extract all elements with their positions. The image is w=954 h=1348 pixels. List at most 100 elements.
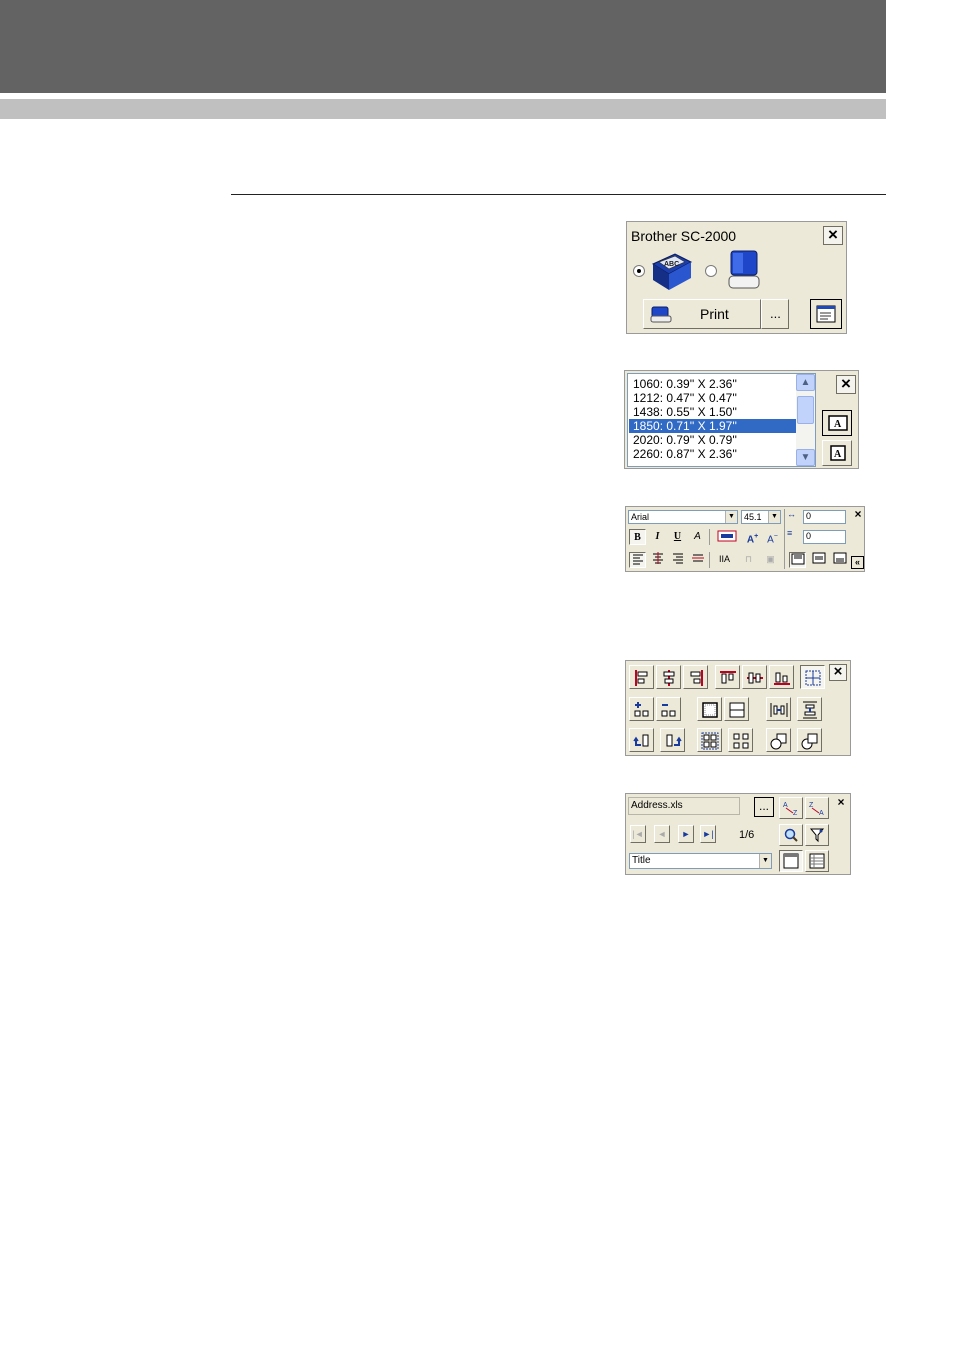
sort-ascending-button[interactable]: A Z [779,797,803,819]
ungroup-button[interactable] [728,728,753,752]
bring-forward-button[interactable] [629,697,654,721]
fit-width-button[interactable] [697,697,722,721]
text-top-icon[interactable] [789,552,806,568]
close-icon[interactable]: × [823,226,843,245]
scroll-thumb[interactable] [797,396,814,424]
printer-panel-title: Brother SC-2000 [631,228,737,244]
properties-button[interactable] [810,299,842,329]
search-button[interactable] [779,824,803,846]
chevron-down-icon[interactable]: ▼ [759,854,771,868]
list-view-button[interactable] [805,850,829,872]
char-spacing-icon: ↔ [787,509,796,519]
close-icon[interactable]: × [834,796,848,810]
font-combo[interactable]: Arial ▼ [628,510,738,524]
rotate-right-button[interactable] [660,728,685,752]
align-right-button[interactable] [683,665,708,689]
line-spacing-value: 0 [806,531,812,541]
font-size-combo[interactable]: 45.1 ▼ [741,510,781,524]
send-backward-button[interactable] [656,697,681,721]
text-middle-icon[interactable] [810,552,827,568]
text-vertical-icon: A [830,445,846,461]
align-left-icon[interactable] [629,552,646,568]
chevron-down-icon[interactable]: ▼ [768,511,780,523]
close-icon[interactable]: × [851,508,865,522]
separator [709,552,710,568]
tape-size-list[interactable]: 1060: 0.39'' X 2.36'' 1212: 0.47'' X 0.4… [627,373,816,467]
align-bottom-button[interactable] [769,665,794,689]
stamp-mode-radio[interactable] [633,265,645,277]
printer-icon [650,306,672,323]
list-item-selected[interactable]: 1850: 0.71'' X 1.97'' [629,419,796,433]
snap-grid-button[interactable] [800,665,825,689]
page-header-band [0,0,886,93]
stamp-book-icon: ABC [651,253,693,290]
filter-icon [809,828,825,843]
close-icon[interactable]: × [829,664,847,681]
bring-to-front-button[interactable] [766,728,791,752]
print-options-label: ... [770,306,781,321]
list-item[interactable]: 2260: 0.87'' X 2.36'' [629,447,796,461]
list-item[interactable]: 1212: 0.47'' X 0.47'' [629,391,796,405]
fit-height-button[interactable] [724,697,749,721]
font-value: Arial [631,512,650,522]
print-button[interactable]: Print [643,299,761,329]
group-button[interactable] [697,728,722,752]
italic-button[interactable]: I [649,529,666,545]
scroll-up-icon[interactable]: ▲ [796,374,815,391]
align-left-button[interactable] [629,665,654,689]
tape-vertical-button[interactable]: A [822,440,852,466]
send-to-back-button[interactable] [797,728,822,752]
svg-text:A: A [819,810,824,816]
filter-button[interactable] [805,824,829,846]
list-scrollbar[interactable]: ▲ ▼ [796,374,815,466]
list-item[interactable]: 1060: 0.39'' X 2.36'' [629,377,796,391]
justify-icon[interactable] [689,552,706,568]
align-right-icon[interactable] [669,552,686,568]
line-spacing-input[interactable]: 0 [803,530,846,544]
char-spacing-value: 0 [806,511,812,521]
align-middle-v-button[interactable] [742,665,767,689]
form-view-button[interactable] [779,850,803,872]
align-top-button[interactable] [715,665,740,689]
tape-horizontal-button[interactable]: A [822,410,852,436]
outline-text-icon[interactable]: A [689,529,706,545]
frame-text-icon[interactable] [716,529,738,545]
chevron-down-icon[interactable]: ▼ [725,511,737,523]
field-combo[interactable]: Title ▼ [629,853,772,869]
enlarge-font-icon[interactable]: A+ [744,529,761,545]
database-file-value: Address.xls [631,800,683,811]
list-item[interactable]: 1438: 0.55'' X 1.50'' [629,405,796,419]
collapse-icon[interactable]: « [851,556,864,569]
bold-button[interactable]: B [629,529,646,545]
rotate-left-button[interactable] [629,728,654,752]
printer-panel: Brother SC-2000 × ABC Print ... [626,221,847,334]
font-size-value: 45.1 [744,512,762,522]
stamp-handle-radio[interactable] [705,265,717,277]
list-item[interactable]: 2020: 0.79'' X 0.79'' [629,433,796,447]
next-record-icon[interactable]: ► [678,825,694,843]
char-spacing-input[interactable]: 0 [803,510,846,524]
distribute-v-button[interactable] [797,697,822,721]
underline-button[interactable]: U [669,529,686,545]
close-icon[interactable]: × [836,375,856,394]
separator [709,529,710,545]
separator [784,552,785,568]
shrink-font-icon[interactable]: A− [764,529,781,545]
previous-record-icon: ◄ [654,825,670,843]
sort-ascending-icon: A Z [783,802,798,816]
scroll-down-icon[interactable]: ▼ [796,449,815,466]
last-record-icon[interactable]: ►| [700,825,716,843]
sort-descending-icon: Z A [809,802,824,816]
align-center-icon[interactable] [649,552,666,568]
vertical-text-icon[interactable]: IIA [716,552,733,568]
svg-text:A: A [783,802,788,809]
sort-descending-button[interactable]: Z A [805,797,829,819]
align-center-h-button[interactable] [656,665,681,689]
print-options-button[interactable]: ... [761,299,789,329]
text-bottom-icon[interactable] [831,552,848,568]
browse-database-button[interactable]: ... [754,797,774,817]
distribute-h-button[interactable] [766,697,791,721]
horizontal-in-vertical-icon: ⊓ [744,554,753,564]
page-subheader-band [0,99,886,119]
svg-text:A: A [834,419,842,430]
